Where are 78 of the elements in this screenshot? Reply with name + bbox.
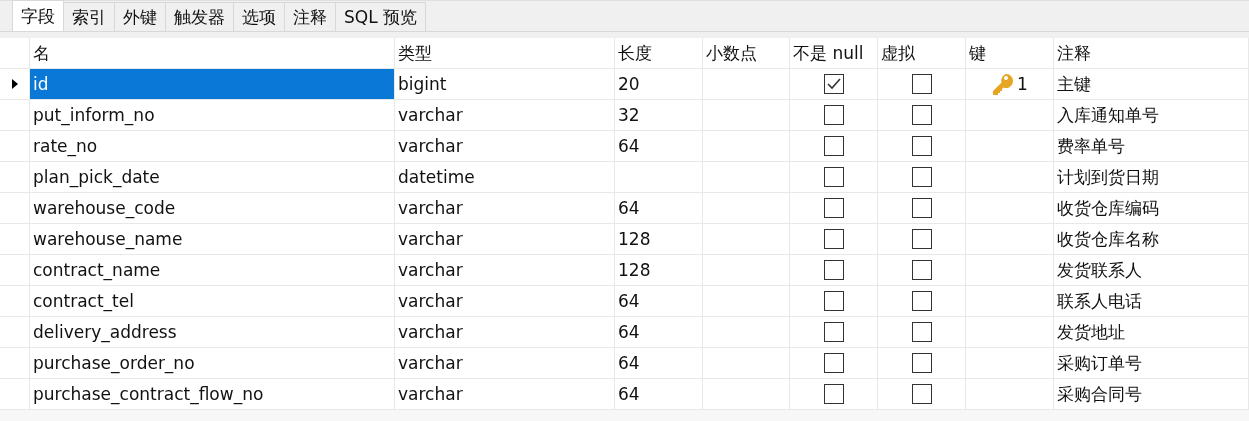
checkbox[interactable] <box>911 353 932 373</box>
table-cell: varchar <box>395 224 615 254</box>
table-cell: contract_name <box>30 255 395 285</box>
key-number: 1 <box>1017 74 1028 94</box>
checkbox[interactable] <box>823 322 844 342</box>
column-header: 长度 <box>615 38 703 68</box>
checkbox[interactable] <box>823 105 844 125</box>
table-cell: 20 <box>615 69 703 99</box>
column-header: 名 <box>30 38 395 68</box>
checkbox[interactable] <box>823 198 844 218</box>
table-cell: put_inform_no <box>30 100 395 130</box>
checkbox[interactable] <box>823 384 844 404</box>
table-cell: 发货地址 <box>1054 317 1249 347</box>
checkbox[interactable] <box>911 167 932 187</box>
checkbox[interactable] <box>911 291 932 311</box>
table-cell: 计划到货日期 <box>1054 162 1249 192</box>
table-cell: 入库通知单号 <box>1054 100 1249 130</box>
table-cell: 64 <box>615 131 703 161</box>
table-cell: 128 <box>615 255 703 285</box>
checkbox[interactable] <box>823 229 844 249</box>
table-cell: rate_no <box>30 131 395 161</box>
checkbox[interactable] <box>911 105 932 125</box>
column-header: 小数点 <box>703 38 790 68</box>
table-cell: purchase_order_no <box>30 348 395 378</box>
column-header: 不是 null <box>790 38 878 68</box>
tab[interactable]: SQL 预览 <box>335 2 427 31</box>
column-header: 虚拟 <box>878 38 966 68</box>
table-cell: varchar <box>395 348 615 378</box>
tab[interactable]: 字段 <box>12 0 64 31</box>
table-cell: varchar <box>395 193 615 223</box>
table-cell: warehouse_code <box>30 193 395 223</box>
table-cell: varchar <box>395 379 615 409</box>
table-cell: datetime <box>395 162 615 192</box>
key-icon <box>991 72 1016 96</box>
table-cell: 128 <box>615 224 703 254</box>
column-header: 键 <box>966 38 1054 68</box>
table-cell: varchar <box>395 100 615 130</box>
table-cell: 64 <box>615 193 703 223</box>
table-cell: 64 <box>615 286 703 316</box>
checkbox[interactable] <box>823 353 844 373</box>
table-cell: 发货联系人 <box>1054 255 1249 285</box>
table-cell: 联系人电话 <box>1054 286 1249 316</box>
table-cell: 采购合同号 <box>1054 379 1249 409</box>
table-cell: 收货仓库名称 <box>1054 224 1249 254</box>
column-header: 注释 <box>1054 38 1249 68</box>
table-cell: plan_pick_date <box>30 162 395 192</box>
table-cell: varchar <box>395 286 615 316</box>
checkbox[interactable] <box>911 136 932 156</box>
row-pointer-icon <box>11 79 18 89</box>
checkbox[interactable] <box>823 136 844 156</box>
checkbox[interactable] <box>911 74 932 94</box>
checkbox[interactable] <box>911 322 932 342</box>
table-cell: 64 <box>615 348 703 378</box>
column-header: 类型 <box>395 38 615 68</box>
table-cell: varchar <box>395 131 615 161</box>
table-cell: 64 <box>615 379 703 409</box>
checkbox[interactable] <box>823 74 844 94</box>
checkbox[interactable] <box>911 229 932 249</box>
checkbox[interactable] <box>911 384 932 404</box>
checkbox[interactable] <box>911 198 932 218</box>
table-cell: delivery_address <box>30 317 395 347</box>
table-cell: 采购订单号 <box>1054 348 1249 378</box>
table-cell: contract_tel <box>30 286 395 316</box>
checkbox[interactable] <box>823 260 844 280</box>
table-cell: 收货仓库编码 <box>1054 193 1249 223</box>
table-cell: bigint <box>395 69 615 99</box>
table-cell: 费率单号 <box>1054 131 1249 161</box>
checkbox[interactable] <box>911 260 932 280</box>
table-cell: varchar <box>395 317 615 347</box>
table-cell: purchase_contract_flow_no <box>30 379 395 409</box>
table-cell: 64 <box>615 317 703 347</box>
checkbox[interactable] <box>823 291 844 311</box>
table-cell: 32 <box>615 100 703 130</box>
table-cell: varchar <box>395 255 615 285</box>
table-cell: id <box>30 69 395 99</box>
checkbox[interactable] <box>823 167 844 187</box>
table-cell: 主键 <box>1054 69 1249 99</box>
table-cell: warehouse_name <box>30 224 395 254</box>
